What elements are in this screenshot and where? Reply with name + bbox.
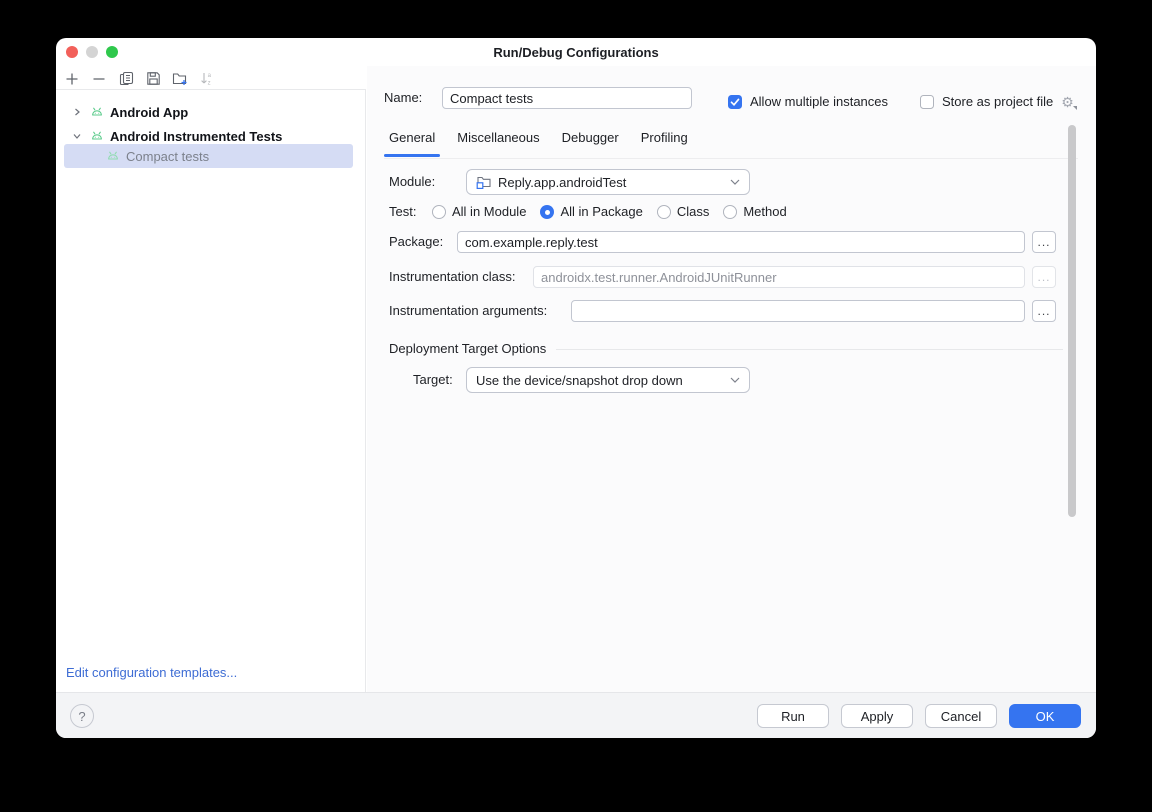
radio-label: Method: [743, 201, 786, 223]
svg-text:a: a: [207, 73, 211, 79]
add-icon[interactable]: [64, 71, 80, 87]
android-icon: [90, 105, 104, 119]
package-browse-button[interactable]: ...: [1032, 231, 1056, 253]
copy-icon[interactable]: [118, 71, 134, 87]
configurations-tree-panel: Android App Android Instrumented Tests: [56, 90, 366, 692]
instrumentation-class-browse-button: ...: [1032, 266, 1056, 288]
store-as-project-file-checkbox[interactable]: Store as project file ⚙: [920, 91, 1074, 113]
tab-debugger[interactable]: Debugger: [551, 130, 630, 157]
name-label: Name:: [384, 87, 422, 109]
radio-all-in-module[interactable]: All in Module: [432, 201, 526, 223]
module-value: Reply.app.androidTest: [498, 175, 724, 190]
radio-label: Class: [677, 201, 710, 223]
radio-label: All in Package: [560, 201, 642, 223]
instrumentation-class-label: Instrumentation class:: [389, 266, 515, 288]
save-icon[interactable]: [145, 71, 161, 87]
sidebar-item-android-app[interactable]: Android App: [56, 100, 365, 124]
window-title: Run/Debug Configurations: [56, 45, 1096, 60]
deployment-target-options-section: Deployment Target Options: [389, 338, 1063, 360]
chevron-down-icon: [730, 179, 740, 185]
chevron-right-icon[interactable]: [72, 107, 82, 117]
help-button[interactable]: ?: [70, 704, 94, 728]
android-icon: [106, 149, 120, 163]
titlebar: Run/Debug Configurations: [56, 38, 1096, 66]
action-buttons: Run Apply Cancel OK: [757, 704, 1081, 728]
run-button[interactable]: Run: [757, 704, 829, 728]
target-dropdown[interactable]: Use the device/snapshot drop down: [466, 367, 750, 393]
tab-profiling[interactable]: Profiling: [630, 130, 699, 157]
module-label: Module:: [389, 171, 435, 193]
radio-on-icon: [540, 205, 554, 219]
configurations-toolbar: a z: [56, 68, 366, 90]
svg-text:z: z: [207, 81, 210, 87]
section-title: Deployment Target Options: [389, 338, 546, 360]
tab-bar: General Miscellaneous Debugger Profiling: [378, 130, 699, 157]
allow-multiple-instances-checkbox[interactable]: Allow multiple instances: [728, 91, 888, 113]
tree-item-label: Android App: [110, 105, 188, 120]
tree-item-label: Android Instrumented Tests: [110, 129, 282, 144]
radio-off-icon: [723, 205, 737, 219]
checkbox-label: Store as project file: [942, 91, 1053, 113]
gear-icon[interactable]: ⚙: [1061, 95, 1074, 109]
radio-label: All in Module: [452, 201, 526, 223]
remove-icon[interactable]: [91, 71, 107, 87]
test-radio-group: All in Module All in Package Class Metho…: [432, 201, 787, 223]
module-dropdown[interactable]: Reply.app.androidTest: [466, 169, 750, 195]
instrumentation-class-input: [533, 266, 1025, 288]
name-input[interactable]: [442, 87, 692, 109]
tree-item-label: Compact tests: [126, 149, 209, 164]
radio-off-icon: [432, 205, 446, 219]
package-input[interactable]: [457, 231, 1025, 253]
target-label: Target:: [413, 369, 453, 391]
section-divider: [556, 349, 1063, 350]
instrumentation-arguments-browse-button[interactable]: ...: [1032, 300, 1056, 322]
apply-button[interactable]: Apply: [841, 704, 913, 728]
radio-method[interactable]: Method: [723, 201, 786, 223]
radio-class[interactable]: Class: [657, 201, 710, 223]
cancel-button[interactable]: Cancel: [925, 704, 997, 728]
checkbox-checked-icon: [728, 95, 742, 109]
new-folder-icon[interactable]: [172, 71, 188, 87]
vertical-scrollbar[interactable]: [1068, 125, 1076, 517]
tab-general[interactable]: General: [378, 130, 446, 157]
ok-button[interactable]: OK: [1009, 704, 1081, 728]
sort-alphabetically-icon[interactable]: a z: [199, 71, 215, 87]
dialog-footer: ? Run Apply Cancel OK: [56, 692, 1096, 738]
package-label: Package:: [389, 231, 443, 253]
sidebar-item-compact-tests[interactable]: Compact tests: [64, 144, 353, 168]
radio-all-in-package[interactable]: All in Package: [540, 201, 642, 223]
test-label: Test:: [389, 201, 416, 223]
edit-configuration-templates-link[interactable]: Edit configuration templates...: [66, 665, 237, 680]
tab-miscellaneous[interactable]: Miscellaneous: [446, 130, 550, 157]
run-debug-configurations-dialog: Run/Debug Configurations: [56, 38, 1096, 738]
chevron-down-icon[interactable]: [72, 131, 82, 141]
tab-separator: [384, 158, 1078, 159]
chevron-down-icon: [730, 377, 740, 383]
instrumentation-arguments-input[interactable]: [571, 300, 1025, 322]
module-folder-icon: [476, 174, 492, 190]
target-value: Use the device/snapshot drop down: [476, 373, 724, 388]
radio-off-icon: [657, 205, 671, 219]
checkbox-label: Allow multiple instances: [750, 91, 888, 113]
instrumentation-arguments-label: Instrumentation arguments:: [389, 300, 547, 322]
checkbox-unchecked-icon: [920, 95, 934, 109]
android-icon: [90, 129, 104, 143]
